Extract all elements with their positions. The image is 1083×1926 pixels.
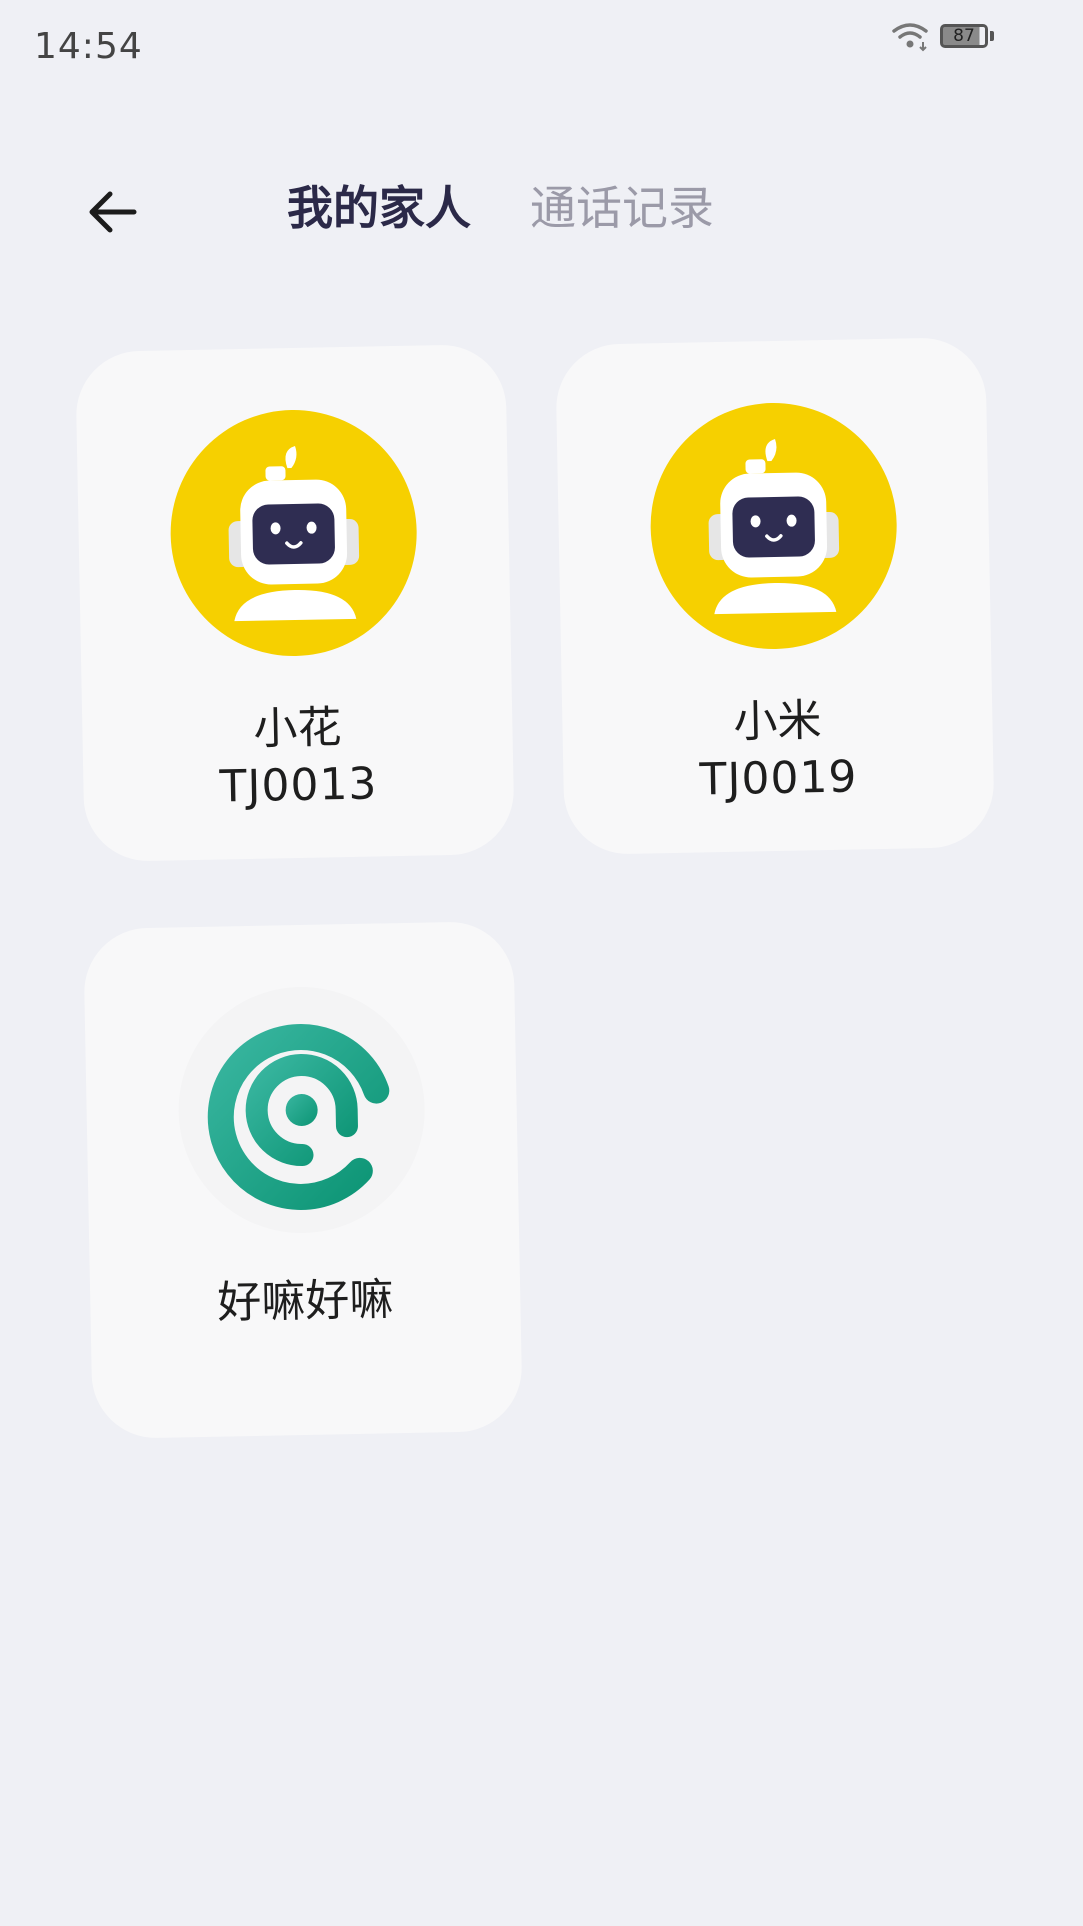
arrow-left-icon	[89, 191, 137, 233]
contact-id: TJ0013	[219, 758, 378, 813]
battery-level: 87	[953, 26, 975, 46]
family-screen: 14:54 87 我的家人 通话记录 小花 TJ0013 小米 TJ0019 好…	[0, 0, 1083, 1926]
battery-tip	[990, 31, 994, 41]
contact-name: 好嘛好嘛	[216, 1274, 394, 1329]
status-icons: 87	[890, 20, 994, 52]
contact-card[interactable]: 小米 TJ0019	[555, 336, 995, 856]
app-logo-icon	[176, 984, 427, 1236]
contact-card[interactable]: 好嘛好嘛	[83, 920, 523, 1440]
contact-name: 小花	[252, 702, 342, 755]
robot-avatar-icon	[648, 400, 899, 652]
wifi-icon	[892, 23, 928, 52]
back-button[interactable]	[80, 180, 144, 244]
battery-icon: 87	[940, 24, 988, 48]
tab-call-history[interactable]: 通话记录	[530, 172, 714, 238]
contact-name: 小米	[732, 695, 822, 748]
contact-id: TJ0019	[699, 751, 858, 806]
robot-avatar-icon	[168, 407, 419, 659]
contact-card[interactable]: 小花 TJ0013	[75, 343, 515, 863]
status-time: 14:54	[34, 26, 143, 67]
tab-my-family[interactable]: 我的家人	[287, 172, 471, 238]
